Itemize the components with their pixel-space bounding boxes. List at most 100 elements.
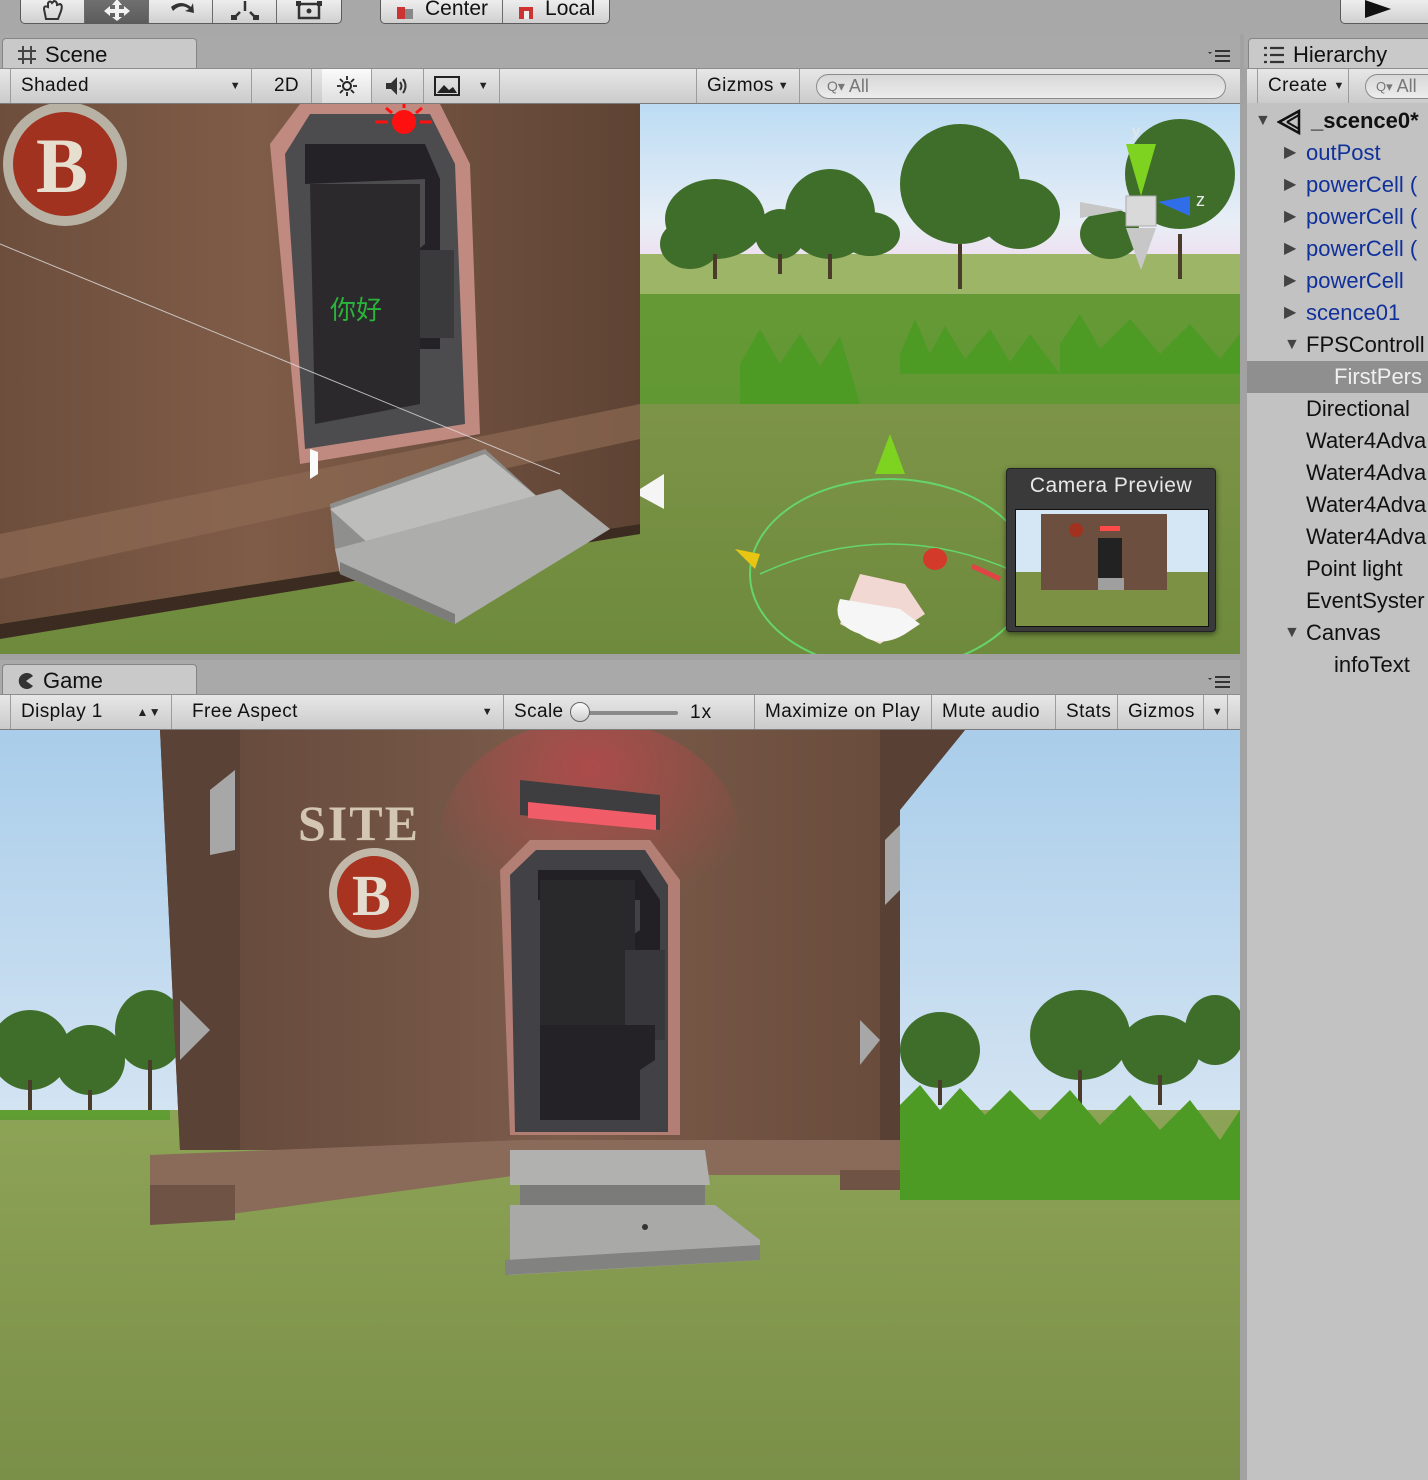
game-gizmos-dropdown[interactable]: ▼: [1204, 695, 1228, 729]
scale-slider-track[interactable]: [580, 711, 678, 715]
scene-view[interactable]: B 你好 y z Camera Preview: [0, 104, 1240, 654]
pacman-icon: [18, 672, 33, 689]
maximize-on-play-toggle[interactable]: Maximize on Play: [754, 695, 932, 729]
hierarchy-scene-row[interactable]: ▼ _scence0*: [1247, 105, 1428, 137]
2d-toggle-button[interactable]: 2D: [262, 69, 312, 103]
tab-hierarchy[interactable]: Hierarchy: [1248, 38, 1428, 70]
camera-preview-image: [1015, 509, 1209, 627]
hierarchy-item[interactable]: ▶ outPost: [1247, 137, 1428, 169]
pivot-controls: Center Local: [380, 0, 611, 24]
local-rotation-icon: [519, 7, 534, 19]
hierarchy-item[interactable]: infoText: [1247, 649, 1428, 681]
pivot-center-icon: [397, 7, 413, 19]
scene-audio-toggle[interactable]: [372, 69, 424, 103]
hierarchy-item-label: EventSyster: [1306, 588, 1425, 613]
create-dropdown[interactable]: Create ▼: [1257, 69, 1349, 103]
hierarchy-item[interactable]: EventSyster: [1247, 585, 1428, 617]
maximize-on-play-label: Maximize on Play: [765, 701, 921, 722]
hierarchy-item-label: FirstPers: [1334, 364, 1422, 389]
mute-audio-label: Mute audio: [942, 701, 1041, 722]
play-button[interactable]: [1340, 0, 1428, 24]
expand-triangle-icon[interactable]: ▼: [1284, 617, 1300, 649]
sun-icon: [336, 76, 357, 96]
grid-icon: [18, 45, 36, 64]
pivot-mode-label: Center: [425, 0, 489, 20]
tab-game[interactable]: Game: [2, 664, 197, 696]
list-icon: [1264, 46, 1284, 63]
pivot-rotation-label: Local: [545, 0, 596, 20]
hierarchy-item[interactable]: Point light: [1247, 553, 1428, 585]
hierarchy-item[interactable]: ▶ scence01: [1247, 297, 1428, 329]
hierarchy-item[interactable]: Water4Adva: [1247, 489, 1428, 521]
hierarchy-item-label: Canvas: [1306, 620, 1381, 645]
scene-lighting-toggle[interactable]: [322, 69, 372, 103]
pivot-rotation-toggle[interactable]: Local: [503, 0, 609, 23]
expand-triangle-icon[interactable]: ▶: [1284, 297, 1296, 329]
chevron-down-icon: ▼: [777, 80, 789, 92]
scene-panel-menu-icon[interactable]: [1206, 48, 1232, 64]
2d-toggle-label: 2D: [273, 75, 300, 96]
expand-triangle-icon[interactable]: ▼: [1284, 329, 1300, 361]
hierarchy-item-label: Water4Adva: [1306, 428, 1427, 453]
aspect-dropdown[interactable]: Free Aspect ▼: [182, 695, 504, 729]
scene-search-input[interactable]: Q▾ All: [816, 74, 1226, 99]
hierarchy-item[interactable]: Directional: [1247, 393, 1428, 425]
rotate-tool-button[interactable]: [149, 0, 213, 23]
scene-gizmos-dropdown[interactable]: Gizmos ▼: [696, 69, 800, 103]
hierarchy-item[interactable]: ▶ powerCell (: [1247, 169, 1428, 201]
game-sign-letter: B: [352, 863, 391, 928]
move-tool-button[interactable]: [85, 0, 149, 23]
hand-icon: [42, 0, 63, 20]
search-icon: Q▾: [1376, 78, 1393, 94]
scene-ui-text: 你好: [330, 296, 382, 326]
hierarchy-item[interactable]: ▼ FPSControll: [1247, 329, 1428, 361]
expand-triangle-icon[interactable]: ▶: [1284, 137, 1296, 169]
aspect-label: Free Aspect: [192, 701, 298, 722]
mute-audio-toggle[interactable]: Mute audio: [932, 695, 1056, 729]
stats-toggle[interactable]: Stats: [1056, 695, 1118, 729]
hierarchy-item-label: powerCell (: [1306, 236, 1418, 261]
scale-value: 1x: [690, 702, 713, 723]
hierarchy-search-input[interactable]: Q▾ All: [1365, 74, 1428, 99]
hierarchy-item[interactable]: ▼ Canvas: [1247, 617, 1428, 649]
shading-mode-dropdown[interactable]: Shaded ▼: [10, 69, 252, 103]
hierarchy-item-label: Water4Adva: [1306, 460, 1427, 485]
display-dropdown[interactable]: Display 1 ▲▼: [10, 695, 172, 729]
hierarchy-item[interactable]: ▶ powerCell (: [1247, 233, 1428, 265]
rect-tool-button[interactable]: [277, 0, 341, 23]
hierarchy-item-label: powerCell (: [1306, 204, 1418, 229]
camera-preview-panel: Camera Preview: [1006, 468, 1216, 632]
hierarchy-item[interactable]: Water4Adva: [1247, 457, 1428, 489]
expand-triangle-icon[interactable]: ▶: [1284, 169, 1296, 201]
hierarchy-scene-name: _scence0*: [1311, 108, 1419, 133]
hierarchy-item[interactable]: Water4Adva: [1247, 521, 1428, 553]
tab-hierarchy-label: Hierarchy: [1293, 41, 1388, 67]
hierarchy-item[interactable]: Water4Adva: [1247, 425, 1428, 457]
expand-triangle-icon[interactable]: ▶: [1284, 201, 1296, 233]
chevron-down-icon: ▼: [1333, 80, 1345, 92]
scene-search-placeholder: All: [848, 76, 869, 96]
scene-gizmos-label: Gizmos: [707, 75, 774, 96]
game-gizmos-toggle[interactable]: Gizmos: [1118, 695, 1204, 729]
scale-tool-button[interactable]: [213, 0, 277, 23]
game-view[interactable]: SITE B: [0, 730, 1240, 1480]
expand-triangle-icon[interactable]: ▶: [1284, 265, 1296, 297]
image-icon: [434, 76, 460, 96]
pivot-mode-toggle[interactable]: Center: [381, 0, 504, 23]
scene-effects-dropdown[interactable]: ▼: [424, 69, 500, 103]
hierarchy-item-label: outPost: [1306, 140, 1381, 165]
scene-toolbar: Shaded ▼ 2D ▼ Gizmos ▼ Q▾ All: [0, 68, 1240, 104]
hierarchy-item[interactable]: ▶ powerCell: [1247, 265, 1428, 297]
scale-slider-handle[interactable]: [570, 702, 590, 722]
game-sign-text: SITE: [298, 795, 420, 851]
hierarchy-item[interactable]: ▶ powerCell (: [1247, 201, 1428, 233]
game-tab-row: Game: [0, 660, 1240, 696]
hierarchy-item[interactable]: FirstPers: [1247, 361, 1428, 393]
hierarchy-item-label: Point light: [1306, 556, 1403, 581]
move-icon: [103, 0, 130, 21]
hierarchy-toolbar: Create ▼ Q▾ All: [1247, 68, 1428, 104]
game-panel-menu-icon[interactable]: [1206, 674, 1232, 690]
expand-triangle-icon[interactable]: ▶: [1284, 233, 1296, 265]
tab-scene[interactable]: Scene: [2, 38, 197, 70]
hand-tool-button[interactable]: [21, 0, 85, 23]
